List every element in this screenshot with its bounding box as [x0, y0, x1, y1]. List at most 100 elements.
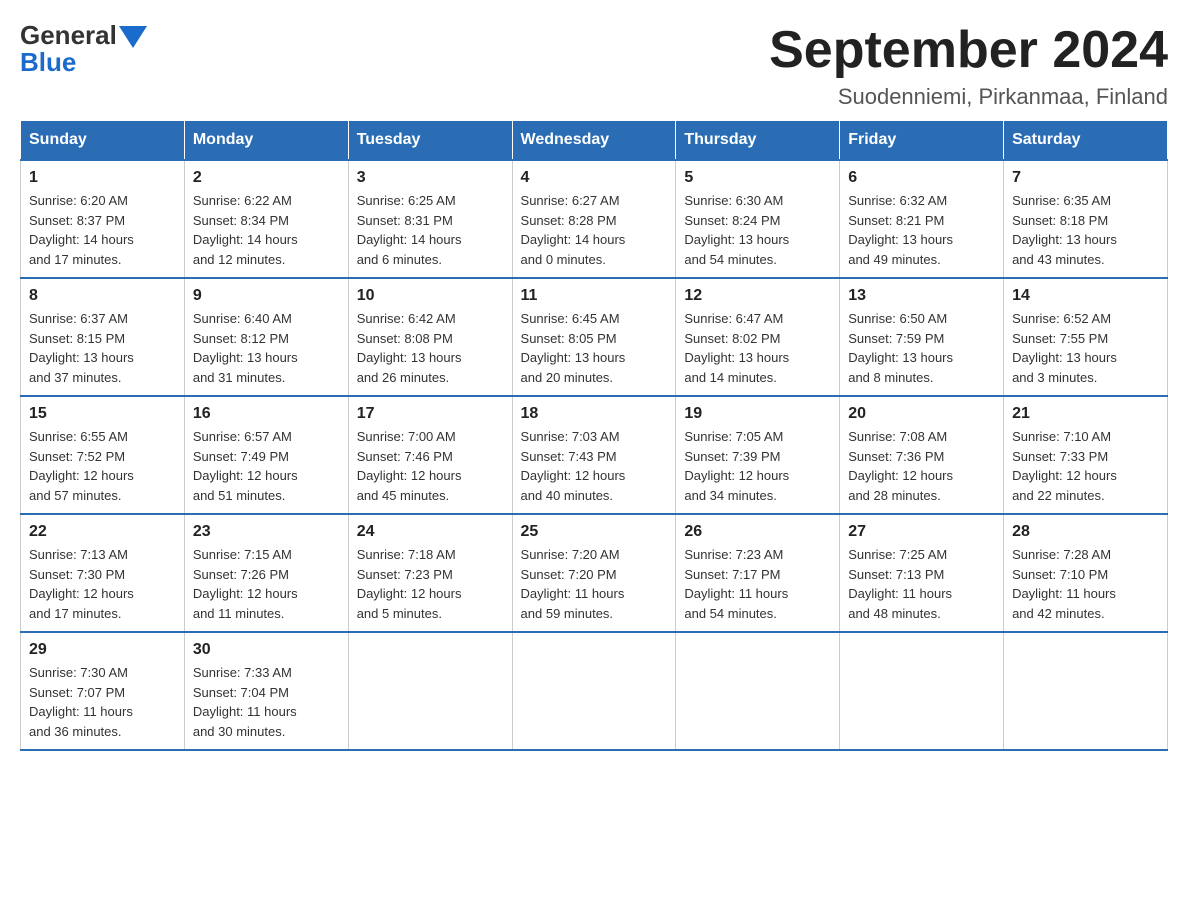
- calendar-day-cell: [676, 632, 840, 750]
- day-info: Sunrise: 7:13 AMSunset: 7:30 PMDaylight:…: [29, 545, 176, 623]
- day-number: 13: [848, 287, 995, 305]
- calendar-day-cell: 29 Sunrise: 7:30 AMSunset: 7:07 PMDayligh…: [21, 632, 185, 750]
- calendar-day-cell: 17Sunrise: 7:00 AMSunset: 7:46 PMDayligh…: [348, 396, 512, 514]
- calendar-week-row: 29 Sunrise: 7:30 AMSunset: 7:07 PMDayligh…: [21, 632, 1168, 750]
- calendar-week-row: 8 Sunrise: 6:37 AMSunset: 8:15 PMDaylight…: [21, 278, 1168, 396]
- calendar-day-cell: 26Sunrise: 7:23 AMSunset: 7:17 PMDayligh…: [676, 514, 840, 632]
- calendar-day-cell: [1004, 632, 1168, 750]
- day-info: Sunrise: 7:05 AMSunset: 7:39 PMDaylight:…: [684, 427, 831, 505]
- calendar-day-cell: 9 Sunrise: 6:40 AMSunset: 8:12 PMDaylight…: [184, 278, 348, 396]
- day-info: Sunrise: 6:52 AMSunset: 7:55 PMDaylight:…: [1012, 309, 1159, 387]
- calendar-day-header: Saturday: [1004, 121, 1168, 161]
- calendar-day-cell: 10 Sunrise: 6:42 AMSunset: 8:08 PMDayligh…: [348, 278, 512, 396]
- day-number: 11: [521, 287, 668, 305]
- calendar-day-cell: 20Sunrise: 7:08 AMSunset: 7:36 PMDayligh…: [840, 396, 1004, 514]
- calendar-day-cell: 15Sunrise: 6:55 AMSunset: 7:52 PMDayligh…: [21, 396, 185, 514]
- day-info: Sunrise: 7:15 AMSunset: 7:26 PMDaylight:…: [193, 545, 340, 623]
- day-number: 14: [1012, 287, 1159, 305]
- day-number: 29: [29, 641, 176, 659]
- calendar-day-cell: 19 Sunrise: 7:05 AMSunset: 7:39 PMDayligh…: [676, 396, 840, 514]
- day-info: Sunrise: 6:42 AMSunset: 8:08 PMDaylight:…: [357, 309, 504, 387]
- calendar-day-cell: 14 Sunrise: 6:52 AMSunset: 7:55 PMDayligh…: [1004, 278, 1168, 396]
- day-info: Sunrise: 6:40 AMSunset: 8:12 PMDaylight:…: [193, 309, 340, 387]
- calendar-day-cell: 4 Sunrise: 6:27 AMSunset: 8:28 PMDaylight…: [512, 160, 676, 278]
- day-info: Sunrise: 7:20 AMSunset: 7:20 PMDaylight:…: [521, 545, 668, 623]
- calendar-day-cell: [512, 632, 676, 750]
- calendar-day-header: Monday: [184, 121, 348, 161]
- day-number: 22: [29, 523, 176, 541]
- day-number: 4: [521, 169, 668, 187]
- day-info: Sunrise: 7:03 AMSunset: 7:43 PMDaylight:…: [521, 427, 668, 505]
- day-info: Sunrise: 6:22 AMSunset: 8:34 PMDaylight:…: [193, 191, 340, 269]
- day-info: Sunrise: 6:45 AMSunset: 8:05 PMDaylight:…: [521, 309, 668, 387]
- day-number: 1: [29, 169, 176, 187]
- calendar-day-header: Thursday: [676, 121, 840, 161]
- calendar-day-cell: 18 Sunrise: 7:03 AMSunset: 7:43 PMDayligh…: [512, 396, 676, 514]
- day-number: 3: [357, 169, 504, 187]
- day-number: 25: [521, 523, 668, 541]
- logo-triangle-icon: [119, 26, 147, 48]
- calendar-day-cell: 11 Sunrise: 6:45 AMSunset: 8:05 PMDayligh…: [512, 278, 676, 396]
- day-info: Sunrise: 7:33 AMSunset: 7:04 PMDaylight:…: [193, 663, 340, 741]
- day-number: 7: [1012, 169, 1159, 187]
- day-info: Sunrise: 6:50 AMSunset: 7:59 PMDaylight:…: [848, 309, 995, 387]
- page-title: September 2024: [769, 20, 1168, 80]
- day-number: 10: [357, 287, 504, 305]
- page-header: General Blue September 2024 Suodenniemi,…: [20, 20, 1168, 110]
- calendar-day-cell: [840, 632, 1004, 750]
- logo-blue-text: Blue: [20, 47, 76, 77]
- day-number: 21: [1012, 405, 1159, 423]
- day-info: Sunrise: 6:30 AMSunset: 8:24 PMDaylight:…: [684, 191, 831, 269]
- calendar-day-cell: 28Sunrise: 7:28 AMSunset: 7:10 PMDayligh…: [1004, 514, 1168, 632]
- day-info: Sunrise: 6:20 AMSunset: 8:37 PMDaylight:…: [29, 191, 176, 269]
- page-subtitle: Suodenniemi, Pirkanmaa, Finland: [769, 84, 1168, 110]
- day-info: Sunrise: 6:57 AMSunset: 7:49 PMDaylight:…: [193, 427, 340, 505]
- day-info: Sunrise: 7:18 AMSunset: 7:23 PMDaylight:…: [357, 545, 504, 623]
- calendar-day-cell: 6Sunrise: 6:32 AMSunset: 8:21 PMDaylight…: [840, 160, 1004, 278]
- calendar-day-cell: 30 Sunrise: 7:33 AMSunset: 7:04 PMDayligh…: [184, 632, 348, 750]
- calendar-day-cell: 22 Sunrise: 7:13 AMSunset: 7:30 PMDayligh…: [21, 514, 185, 632]
- calendar-day-cell: 24 Sunrise: 7:18 AMSunset: 7:23 PMDayligh…: [348, 514, 512, 632]
- logo: General Blue: [20, 20, 147, 78]
- calendar-day-header: Tuesday: [348, 121, 512, 161]
- calendar-week-row: 15Sunrise: 6:55 AMSunset: 7:52 PMDayligh…: [21, 396, 1168, 514]
- day-number: 8: [29, 287, 176, 305]
- calendar-day-cell: 5Sunrise: 6:30 AMSunset: 8:24 PMDaylight…: [676, 160, 840, 278]
- day-number: 20: [848, 405, 995, 423]
- day-number: 28: [1012, 523, 1159, 541]
- calendar-day-cell: 8 Sunrise: 6:37 AMSunset: 8:15 PMDaylight…: [21, 278, 185, 396]
- day-number: 19: [684, 405, 831, 423]
- calendar-table: SundayMondayTuesdayWednesdayThursdayFrid…: [20, 120, 1168, 751]
- calendar-day-cell: 23 Sunrise: 7:15 AMSunset: 7:26 PMDayligh…: [184, 514, 348, 632]
- day-info: Sunrise: 7:30 AMSunset: 7:07 PMDaylight:…: [29, 663, 176, 741]
- calendar-day-header: Friday: [840, 121, 1004, 161]
- day-info: Sunrise: 7:25 AMSunset: 7:13 PMDaylight:…: [848, 545, 995, 623]
- day-number: 17: [357, 405, 504, 423]
- calendar-week-row: 1 Sunrise: 6:20 AMSunset: 8:37 PMDaylight…: [21, 160, 1168, 278]
- day-info: Sunrise: 7:10 AMSunset: 7:33 PMDaylight:…: [1012, 427, 1159, 505]
- day-number: 16: [193, 405, 340, 423]
- day-info: Sunrise: 6:35 AMSunset: 8:18 PMDaylight:…: [1012, 191, 1159, 269]
- day-info: Sunrise: 6:27 AMSunset: 8:28 PMDaylight:…: [521, 191, 668, 269]
- calendar-day-cell: 16 Sunrise: 6:57 AMSunset: 7:49 PMDayligh…: [184, 396, 348, 514]
- day-number: 24: [357, 523, 504, 541]
- calendar-day-cell: 2 Sunrise: 6:22 AMSunset: 8:34 PMDaylight…: [184, 160, 348, 278]
- calendar-day-cell: 3Sunrise: 6:25 AMSunset: 8:31 PMDaylight…: [348, 160, 512, 278]
- day-info: Sunrise: 6:55 AMSunset: 7:52 PMDaylight:…: [29, 427, 176, 505]
- day-info: Sunrise: 6:37 AMSunset: 8:15 PMDaylight:…: [29, 309, 176, 387]
- day-number: 23: [193, 523, 340, 541]
- day-number: 18: [521, 405, 668, 423]
- day-number: 2: [193, 169, 340, 187]
- calendar-day-header: Wednesday: [512, 121, 676, 161]
- calendar-day-cell: 13 Sunrise: 6:50 AMSunset: 7:59 PMDayligh…: [840, 278, 1004, 396]
- calendar-day-cell: 25 Sunrise: 7:20 AMSunset: 7:20 PMDayligh…: [512, 514, 676, 632]
- title-block: September 2024 Suodenniemi, Pirkanmaa, F…: [769, 20, 1168, 110]
- day-number: 9: [193, 287, 340, 305]
- day-number: 26: [684, 523, 831, 541]
- calendar-day-cell: 7 Sunrise: 6:35 AMSunset: 8:18 PMDaylight…: [1004, 160, 1168, 278]
- calendar-day-header: Sunday: [21, 121, 185, 161]
- day-number: 12: [684, 287, 831, 305]
- day-number: 30: [193, 641, 340, 659]
- calendar-day-cell: [348, 632, 512, 750]
- day-info: Sunrise: 6:47 AMSunset: 8:02 PMDaylight:…: [684, 309, 831, 387]
